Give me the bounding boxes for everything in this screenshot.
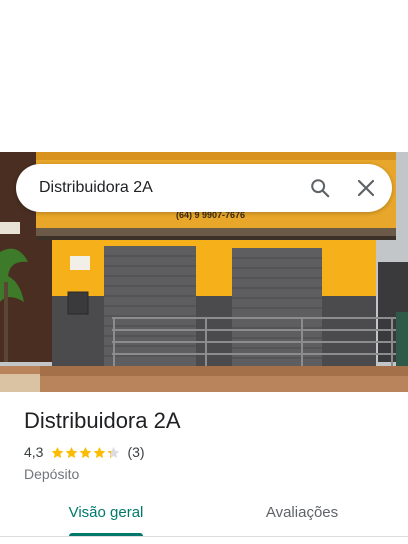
star-icon xyxy=(52,446,64,458)
star-icon xyxy=(80,446,92,458)
star-icon xyxy=(108,446,120,458)
rating-value: 4,3 xyxy=(24,444,44,460)
star-icon xyxy=(94,446,106,458)
place-category[interactable]: Depósito xyxy=(24,466,79,482)
review-count[interactable]: (3) xyxy=(127,444,144,460)
close-icon[interactable] xyxy=(346,168,386,208)
search-bar[interactable]: Distribuidora 2A xyxy=(16,164,392,212)
search-query[interactable]: Distribuidora 2A xyxy=(39,179,300,197)
star-icon xyxy=(66,446,78,458)
rating-row[interactable]: 4,3 (3) xyxy=(24,444,145,460)
star-rating xyxy=(51,446,121,459)
tab-overview-label: Visão geral xyxy=(68,504,144,521)
tab-divider xyxy=(0,536,408,537)
search-icon[interactable] xyxy=(300,168,340,208)
tab-reviews[interactable]: Avaliações xyxy=(254,498,350,536)
tab-overview[interactable]: Visão geral xyxy=(64,498,148,536)
place-name: Distribuidora 2A xyxy=(24,408,181,433)
tab-reviews-label: Avaliações xyxy=(265,504,339,521)
